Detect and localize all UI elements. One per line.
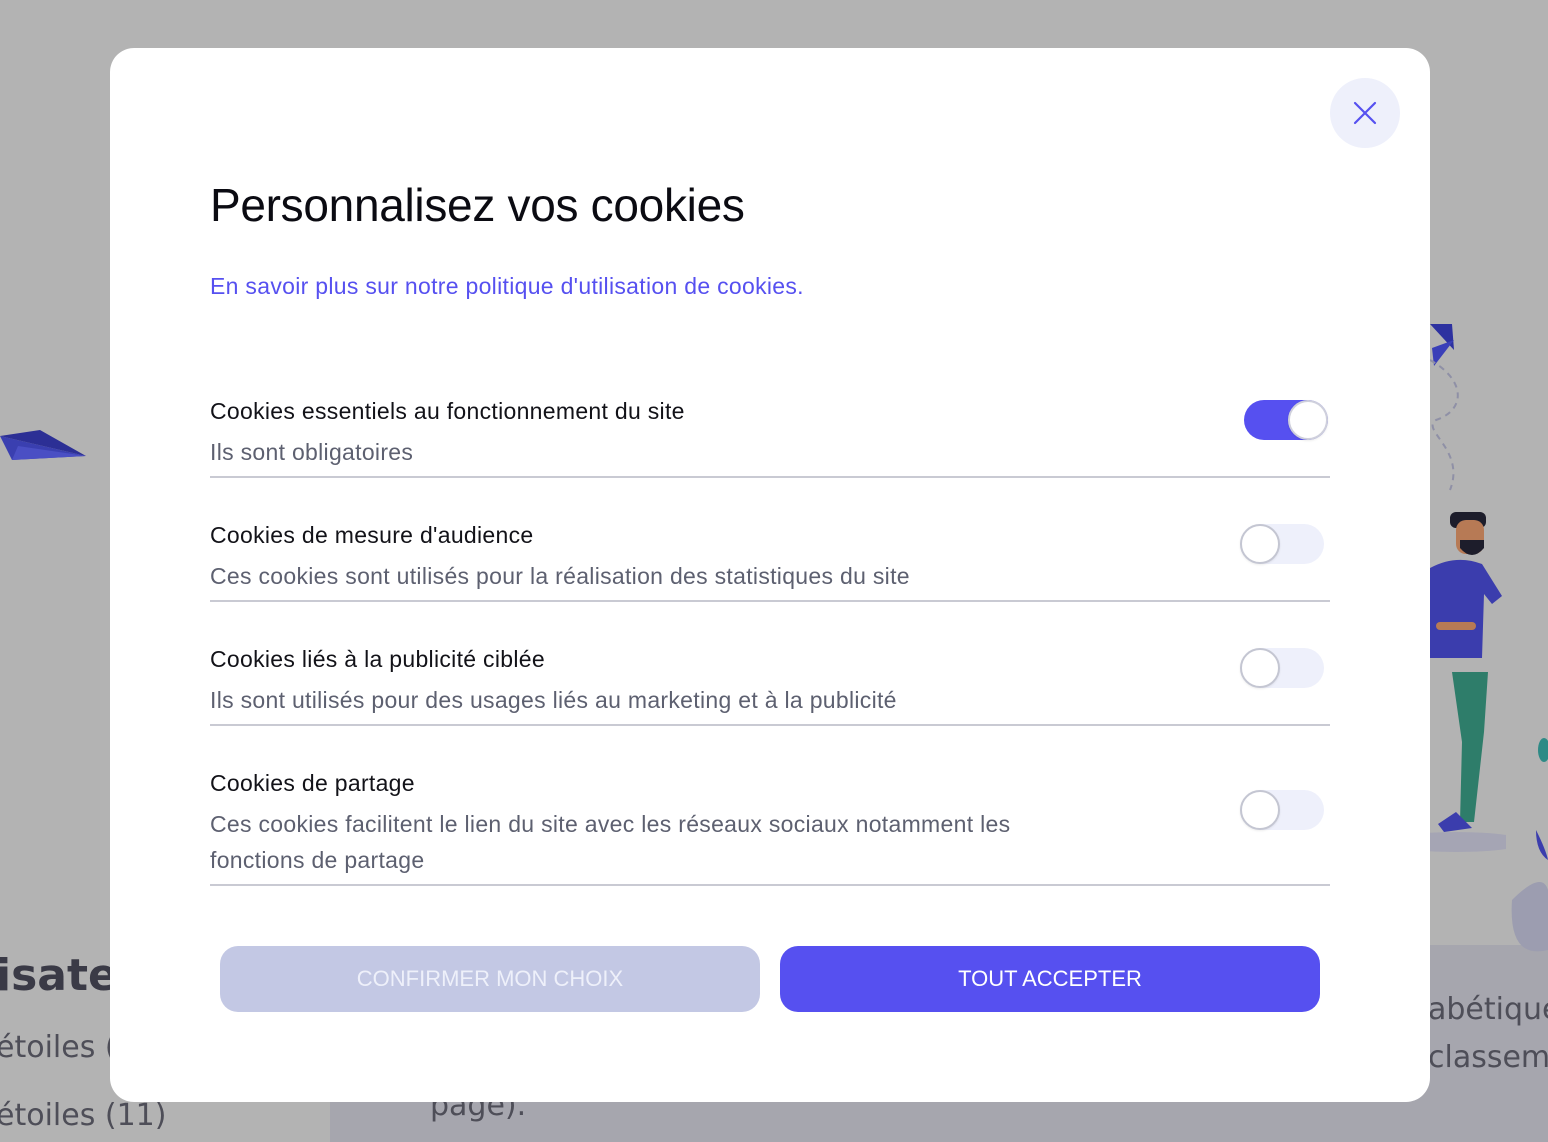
background-sort-option: abétique [1428, 992, 1548, 1027]
background-rating-line: étoiles ( [0, 1030, 117, 1065]
toggle-knob [1240, 524, 1280, 564]
close-icon [1353, 101, 1377, 125]
cookie-preferences-modal: Personnalisez vos cookies En savoir plus… [110, 48, 1430, 1102]
accept-all-button[interactable]: TOUT ACCEPTER [780, 946, 1320, 1012]
audience-cookies-toggle[interactable] [1240, 524, 1324, 564]
cookie-category-essential: Cookies essentiels au fonctionnement du … [210, 398, 1330, 478]
toggle-knob [1240, 648, 1280, 688]
toggle-knob [1288, 400, 1328, 440]
sharing-cookies-toggle[interactable] [1240, 790, 1324, 830]
advertising-cookies-toggle[interactable] [1240, 648, 1324, 688]
cookie-category-description: Ils sont utilisés pour des usages liés a… [210, 687, 897, 713]
close-button[interactable] [1330, 78, 1400, 148]
cookie-category-title: Cookies de partage [210, 770, 415, 796]
cookie-category-audience: Cookies de mesure d'audience Ces cookies… [210, 522, 1330, 602]
cookie-category-title: Cookies de mesure d'audience [210, 522, 534, 548]
cookie-category-description: Ces cookies sont utilisés pour la réalis… [210, 563, 910, 589]
plant-illustration [1511, 738, 1548, 952]
person-illustration [1426, 512, 1506, 852]
cookie-category-description: Ces cookies facilitent le lien du site a… [210, 811, 1011, 873]
cookie-policy-link[interactable]: En savoir plus sur notre politique d'uti… [210, 273, 804, 300]
toggle-knob [1240, 790, 1280, 830]
cookie-category-description: Ils sont obligatoires [210, 439, 414, 465]
paper-plane-left-illustration [0, 430, 86, 460]
background-sort-option: classeme [1428, 1040, 1548, 1075]
modal-title: Personnalisez vos cookies [210, 179, 745, 231]
cookie-category-advertising: Cookies liés à la publicité ciblée Ils s… [210, 646, 1330, 726]
dashed-trail-illustration [1429, 359, 1459, 491]
cookie-category-title: Cookies essentiels au fonctionnement du … [210, 398, 685, 424]
cookie-category-title: Cookies liés à la publicité ciblée [210, 646, 545, 672]
background-rating-line: étoiles (11) [0, 1098, 167, 1133]
confirm-choice-button[interactable]: CONFIRMER MON CHOIX [220, 946, 760, 1012]
cookie-category-sharing: Cookies de partage Ces cookies faciliten… [210, 770, 1330, 886]
essential-cookies-toggle[interactable] [1244, 400, 1328, 440]
